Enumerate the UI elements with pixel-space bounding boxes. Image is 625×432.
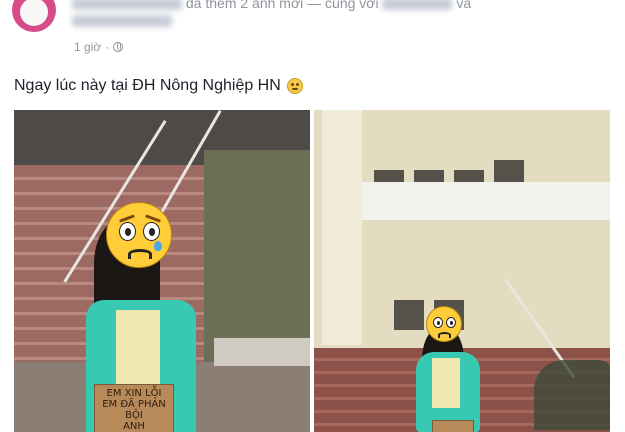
sad-emoji-icon <box>426 306 462 342</box>
debris <box>214 338 310 366</box>
post-photo-1[interactable]: EM XIN LỖI EM ĐÃ PHẢN BỘI ANH <box>14 110 310 432</box>
sad-face-emoji-icon <box>286 78 303 94</box>
post-meta: 1 giờ · <box>74 40 124 54</box>
author-name-blurred[interactable] <box>72 0 182 11</box>
header-action: đã thêm 2 ảnh mới <box>185 0 304 11</box>
others-link-blurred[interactable] <box>72 15 172 28</box>
header-with: — cùng với <box>307 0 379 11</box>
header-and: và <box>456 0 472 11</box>
tagged-friend-blurred[interactable] <box>382 0 453 11</box>
meta-separator: · <box>105 40 110 54</box>
profile-avatar[interactable] <box>12 0 56 32</box>
post-message: Ngay lúc này tại ĐH Nông Nghiệp HN <box>14 77 281 94</box>
post-text: Ngay lúc này tại ĐH Nông Nghiệp HN <box>14 77 303 95</box>
bicycle <box>534 360 610 430</box>
shirt <box>116 310 160 390</box>
avatar-face <box>20 0 48 26</box>
sign-board: EM XIN LỖI EM ĐÃ PHẢN BỘI ANH <box>94 384 174 432</box>
banner <box>362 182 610 220</box>
pillar <box>322 110 362 345</box>
post-header: đã thêm 2 ảnh mới — cùng với và <box>72 0 471 11</box>
sad-emoji-icon <box>106 202 172 268</box>
post-header-line2 <box>72 12 172 28</box>
sign-board <box>432 420 474 432</box>
post-timestamp[interactable]: 1 giờ <box>74 40 101 54</box>
post-photo-2[interactable] <box>314 110 610 432</box>
globe-icon[interactable] <box>113 42 124 52</box>
